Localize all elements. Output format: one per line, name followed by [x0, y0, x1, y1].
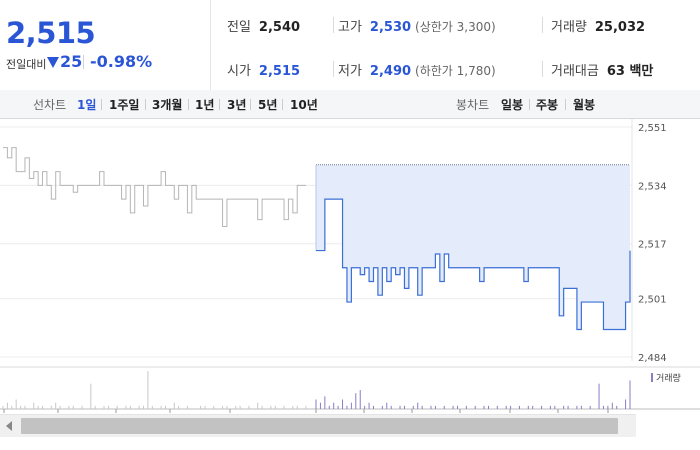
change-value: 25 [60, 52, 83, 71]
y-tick-label: 2,517 [638, 240, 667, 251]
y-tick-label: 2,551 [638, 123, 667, 134]
divider [145, 99, 146, 110]
divider [529, 99, 530, 110]
tab-10year[interactable]: 10년 [290, 96, 318, 113]
tab-weekly-candle[interactable]: 주봉 [536, 96, 558, 113]
low-stat: 저가 2,490 (하한가 1,780) [338, 60, 496, 79]
amount-value: 63 백만 [606, 64, 654, 79]
prev-close-value: 2,540 [258, 20, 301, 35]
tab-3month[interactable]: 3개월 [152, 96, 182, 113]
volume-legend-label: 거래량 [656, 372, 681, 384]
low-value: 2,490 [369, 64, 412, 79]
tab-3year[interactable]: 3년 [227, 96, 246, 113]
y-tick-label: 2,501 [638, 295, 667, 306]
tab-1day[interactable]: 1일 [77, 96, 96, 113]
open-stat: 시가 2,515 [227, 60, 300, 79]
divider [250, 99, 251, 110]
price-chart-svg: 2,551 2,534 2,517 2,501 2,484 거래량 [0, 119, 700, 413]
change-rate: -0.98% [90, 52, 153, 71]
amount-stat: 거래대금 63 백만 [551, 60, 653, 79]
tab-daily-candle[interactable]: 일봉 [501, 96, 523, 113]
candle-chart-label: 봉차트 [456, 98, 490, 112]
tab-1week[interactable]: 1주일 [109, 96, 139, 113]
tab-1year[interactable]: 1년 [195, 96, 214, 113]
high-stat: 고가 2,530 (상한가 3,300) [338, 16, 496, 35]
open-label: 시가 [227, 64, 251, 79]
divider [333, 61, 334, 77]
prev-day-line [3, 147, 306, 228]
divider [101, 99, 102, 110]
current-price-box: 2,515 전일대비 25 -0.98% [0, 0, 211, 90]
divider [219, 99, 220, 110]
amount-label: 거래대금 [551, 64, 599, 79]
line-chart-label: 선차트 [33, 98, 67, 112]
compare-label: 전일대비 [6, 58, 47, 71]
y-tick-label: 2,534 [638, 181, 667, 192]
lower-limit: (하한가 1,780) [415, 64, 496, 78]
volume-value: 25,032 [594, 20, 646, 35]
prev-close-stat: 전일 2,540 [227, 16, 300, 35]
chart-scrollbar[interactable] [0, 414, 636, 437]
chart-period-tabs: 선차트 1일 1주일 3개월 1년 3년 5년 10년 봉차트 일봉 주봉 월봉 [0, 90, 700, 119]
volume-label: 거래량 [551, 20, 587, 35]
divider [83, 55, 84, 69]
high-label: 고가 [338, 20, 362, 35]
divider [542, 17, 543, 33]
price-summary: 2,515 전일대비 25 -0.98% 전일 2,540 고가 2,530 (상한가… [0, 0, 700, 91]
divider [333, 17, 334, 33]
divider [542, 61, 543, 77]
tab-monthly-candle[interactable]: 월봉 [573, 96, 595, 113]
down-triangle-icon [47, 57, 59, 68]
upper-limit: (상한가 3,300) [415, 20, 496, 34]
today-fill-area [316, 164, 630, 330]
tab-5year[interactable]: 5년 [258, 96, 277, 113]
divider [565, 99, 566, 110]
low-label: 저가 [338, 64, 362, 79]
y-tick-label: 2,484 [638, 353, 667, 364]
volume-legend-swatch [651, 373, 653, 382]
volume-stat: 거래량 25,032 [551, 16, 645, 35]
scroll-left-arrow-icon[interactable] [6, 421, 12, 431]
scroll-thumb[interactable] [21, 418, 618, 434]
current-price: 2,515 [6, 16, 96, 50]
high-value: 2,530 [369, 20, 412, 35]
price-chart[interactable]: 2,551 2,534 2,517 2,501 2,484 거래량 [0, 119, 700, 450]
prev-close-label: 전일 [227, 20, 251, 35]
divider [282, 99, 283, 110]
open-value: 2,515 [258, 64, 301, 79]
divider [188, 99, 189, 110]
